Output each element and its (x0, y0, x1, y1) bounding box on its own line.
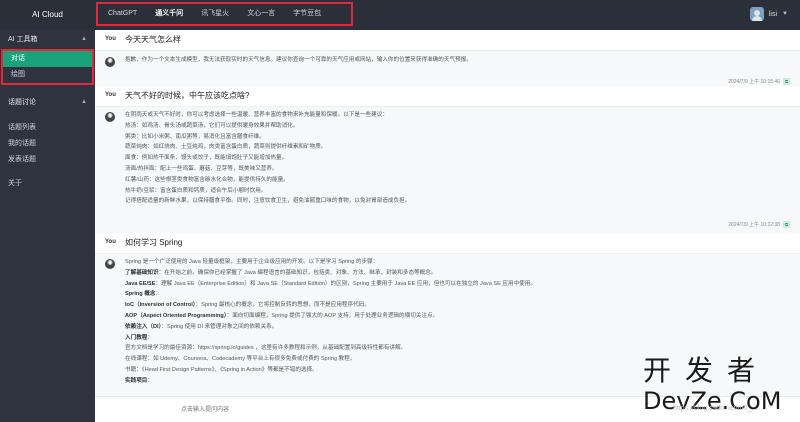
user-name: lisi (768, 10, 778, 18)
assistant-message: ✺ 抱歉，作为一个文本生成模型，我无法获取实时的天气信息。建议你查询一个可靠的天… (95, 50, 800, 88)
answer-line: Java EE/SE：理解 Java EE（Enterprise Edition… (125, 280, 536, 287)
user-message: You 天气不好的时候，中午应该吃点啥? (95, 86, 800, 106)
timestamp: 2024/7/9 上午 10:15:46 (728, 79, 780, 85)
user-message: You 如何学习 Spring (95, 233, 800, 253)
chatgpt-icon: ✺ (105, 259, 115, 269)
copy-icon[interactable]: ⧉ (783, 221, 790, 228)
sidebar-item-my-topics[interactable]: 我的话题 (0, 136, 95, 152)
answer-line: 实践项目： (125, 377, 153, 384)
question-input[interactable] (181, 404, 601, 416)
message-meta: 2024/7/9 上午 10:15:46 ⧉ (728, 78, 790, 85)
user-label: You (105, 92, 116, 98)
user-label: You (105, 36, 116, 42)
answer-line: IoC（Inversion of Control）：Spring 最核心的概念，… (125, 302, 370, 309)
user-message: You 今天天气怎么样 (95, 30, 800, 50)
brand-logo: AI Cloud (32, 10, 63, 19)
answer-line: 官方文档是学习的最佳资源：https://spring.io/guides ，这… (125, 345, 407, 352)
answer-line: 了解基础知识：在开始之前，确保你已经掌握了 Java 编程语言的基础知识，包括类… (125, 269, 437, 276)
answer-line: 入门教程： (125, 334, 153, 341)
assistant-message: ✺ Spring 是一个广泛使用的 Java 轻量级框架，主要用于企业级应用的开… (95, 253, 800, 403)
model-tabs: ChatGPT 通义千问 讯飞星火 文心一言 字节豆包 (96, 2, 353, 26)
answer-line: 依赖注入（DI）：Spring 使用 DI 来管理对象之间的依赖关系。 (125, 323, 278, 330)
copy-icon[interactable]: ⧉ (783, 78, 790, 85)
answer-line: 在线课程：如 Udemy、Coursera、Codecademy 等平台上有很多… (125, 356, 356, 363)
answer-line: Spring 是一个广泛使用的 Java 轻量级框架，主要用于企业级应用的开发。… (125, 259, 379, 265)
top-bar: AI Cloud ChatGPT 通义千问 讯飞星火 文心一言 字节豆包 lis… (0, 0, 800, 30)
chat-area: You 今天天气怎么样 ✺ 抱歉，作为一个文本生成模型，我无法获取实时的天气信息… (95, 30, 800, 422)
chevron-down-icon: ▼ (782, 11, 788, 17)
tab-xunfei[interactable]: 讯飞星火 (201, 4, 229, 24)
user-question: 如何学习 Spring (125, 238, 183, 247)
sidebar-item-post-topic[interactable]: 发表话题 (0, 152, 95, 168)
sidebar-group-topics[interactable]: 话题讨论 ▲ (0, 93, 95, 112)
sidebar-item-about[interactable]: 关于 (0, 176, 95, 192)
chevron-up-icon: ▲ (81, 36, 87, 42)
answer-text: Spring 是一个广泛使用的 Java 轻量级框架，主要用于企业级应用的开发。… (125, 257, 782, 387)
sidebar-item-draw[interactable]: 绘图 (3, 67, 92, 83)
app-window: AI Cloud ChatGPT 通义千问 讯飞星火 文心一言 字节豆包 lis… (0, 0, 800, 422)
tab-wenxin[interactable]: 文心一言 (247, 4, 275, 24)
sidebar-item-chat[interactable]: 对话 (3, 51, 92, 67)
answer-line: 书籍：《Head First Design Patterns》、《Spring … (125, 366, 318, 373)
tab-tongyi[interactable]: 通义千问 (155, 4, 183, 24)
sidebar-highlight-box: 对话 绘图 (1, 49, 94, 85)
input-bar (95, 396, 800, 422)
avatar[interactable] (749, 7, 764, 21)
chatgpt-icon: ✺ (105, 57, 115, 67)
answer-text: 在阴雨天或天气不好时，你可以考虑选择一些温暖、营养丰富的食物来补充能量和保暖。以… (125, 112, 411, 205)
sidebar-group-label: AI 工具箱 (8, 36, 38, 43)
tab-doubao[interactable]: 字节豆包 (293, 4, 321, 24)
answer-text: 抱歉，作为一个文本生成模型，我无法获取实时的天气信息。建议你查询一个可靠的天气应… (125, 57, 472, 63)
sidebar: AI 工具箱 ▲ 对话 绘图 话题讨论 ▲ 话题列表 我的话题 发表话题 关于 (0, 30, 95, 422)
user-question: 今天天气怎么样 (125, 35, 181, 44)
user-question: 天气不好的时候，中午应该吃点啥? (125, 91, 250, 100)
answer-line: Spring 概念： (125, 291, 162, 298)
chatgpt-icon: ✺ (105, 112, 115, 122)
tab-chatgpt[interactable]: ChatGPT (108, 4, 137, 24)
timestamp: 2024/7/9 上午 10:12:38 (728, 222, 780, 228)
message-meta: 2024/7/9 上午 10:12:38 ⧉ (728, 221, 790, 228)
sidebar-item-topic-list[interactable]: 话题列表 (0, 120, 95, 136)
answer-line: AOP（Aspect Oriented Programming）：面向切面编程，… (125, 312, 439, 319)
chevron-up-icon: ▲ (81, 99, 87, 105)
sidebar-group-label: 话题讨论 (8, 99, 36, 106)
sidebar-group-ai-tools[interactable]: AI 工具箱 ▲ (0, 30, 95, 49)
assistant-message: ✺ 在阴雨天或天气不好时，你可以考虑选择一些温暖、营养丰富的食物来补充能量和保暖… (95, 106, 800, 234)
user-menu[interactable]: lisi ▼ (749, 7, 788, 21)
user-label: You (105, 239, 116, 245)
